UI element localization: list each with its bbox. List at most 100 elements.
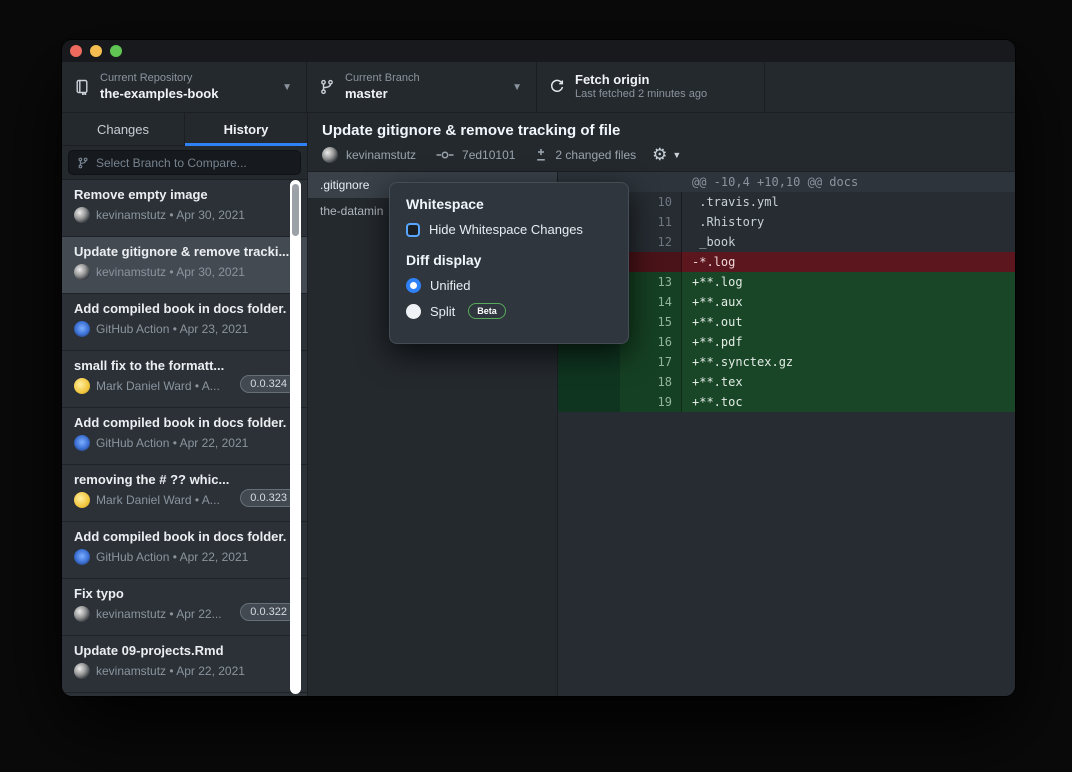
avatar — [74, 606, 90, 622]
commit-item-meta: kevinamstutz • Apr 22, 2021 — [96, 664, 245, 678]
commit-item-meta: kevinamstutz • Apr 30, 2021 — [96, 208, 245, 222]
whitespace-section-title: Whitespace — [406, 196, 612, 212]
branch-compare-input[interactable]: Select Branch to Compare... — [68, 150, 301, 175]
diff-line-text: +**.pdf — [682, 332, 1015, 352]
commit-list-item[interactable]: Remove empty image kevinamstutz • Apr 30… — [62, 180, 307, 237]
repo-name: the-examples-book — [100, 86, 218, 102]
commit-list-item[interactable]: removing the # ?? whic... Mark Daniel Wa… — [62, 465, 307, 522]
current-repository-dropdown[interactable]: Current Repository the-examples-book ▼ — [62, 62, 307, 112]
new-line-number — [620, 252, 682, 272]
new-line-number: 15 — [620, 312, 682, 332]
commit-list: Remove empty image kevinamstutz • Apr 30… — [62, 180, 307, 696]
repo-label: Current Repository — [100, 72, 218, 86]
fetch-subtitle: Last fetched 2 minutes ago — [575, 88, 707, 102]
toolbar: Current Repository the-examples-book ▼ C… — [62, 62, 1015, 113]
fetch-title: Fetch origin — [575, 72, 707, 88]
commit-item-title: Add compiled book in docs folder. — [74, 529, 295, 544]
commit-item-title: Fix typo — [74, 586, 295, 601]
current-branch-dropdown[interactable]: Current Branch master ▼ — [307, 62, 537, 112]
diff-icon — [535, 148, 547, 162]
avatar — [74, 321, 90, 337]
commit-item-meta: GitHub Action • Apr 22, 2021 — [96, 436, 248, 450]
scrollbar-thumb[interactable] — [292, 184, 299, 236]
commit-item-title: removing the # ?? whic... — [74, 472, 295, 487]
fetch-origin-button[interactable]: Fetch origin Last fetched 2 minutes ago — [537, 62, 765, 112]
commit-list-item[interactable]: Add compiled book in docs folder. GitHub… — [62, 522, 307, 579]
diff-line-text: .travis.yml — [682, 192, 1015, 212]
close-window-button[interactable] — [70, 45, 82, 57]
unified-label: Unified — [430, 278, 470, 293]
commit-list-item[interactable]: Add compiled book in docs folder. GitHub… — [62, 408, 307, 465]
commit-item-title: Add compiled book in docs folder. — [74, 415, 295, 430]
branch-label: Current Branch — [345, 72, 420, 86]
diff-line-text: +**.toc — [682, 392, 1015, 412]
branch-icon — [319, 79, 335, 95]
diff-line-text: .Rhistory — [682, 212, 1015, 232]
commit-item-title: Update 09-projects.Rmd — [74, 643, 295, 658]
hide-whitespace-option[interactable]: Hide Whitespace Changes — [406, 222, 612, 237]
avatar — [74, 378, 90, 394]
beta-badge: Beta — [468, 303, 506, 319]
version-badge: 0.0.323 — [240, 489, 297, 507]
branch-name: master — [345, 86, 420, 102]
commit-list-item[interactable]: Fix typo kevinamstutz • Apr 22... 0.0.32… — [62, 579, 307, 636]
commit-list-item[interactable]: Update 09-projects.Rmd kevinamstutz • Ap… — [62, 636, 307, 693]
history-sidebar: Changes History Select Branch to Compare… — [62, 113, 308, 696]
commit-title: Update gitignore & remove tracking of fi… — [322, 122, 1015, 139]
hide-whitespace-checkbox[interactable] — [406, 223, 420, 237]
gear-icon: ⚙ — [652, 146, 667, 163]
diff-options-popover: Whitespace Hide Whitespace Changes Diff … — [389, 182, 629, 344]
commit-list-item[interactable]: Add compiled book in docs folder. GitHub… — [62, 693, 307, 696]
commit-list-item[interactable]: Add compiled book in docs folder. GitHub… — [62, 294, 307, 351]
zoom-window-button[interactable] — [110, 45, 122, 57]
sync-icon — [549, 79, 565, 95]
diff-line: 19 +**.toc — [558, 392, 1015, 412]
diff-line-text: +**.log — [682, 272, 1015, 292]
changed-files-count: 2 changed files — [555, 148, 636, 162]
new-line-number — [620, 172, 682, 192]
unified-radio[interactable] — [406, 278, 421, 293]
sidebar-tabs: Changes History — [62, 113, 307, 146]
window-titlebar[interactable] — [62, 40, 1015, 62]
commit-item-title: Update gitignore & remove tracki... — [74, 244, 295, 259]
compare-placeholder: Select Branch to Compare... — [96, 156, 247, 170]
diff-line-text: @@ -10,4 +10,10 @@ docs — [682, 172, 1015, 192]
avatar — [74, 663, 90, 679]
tab-history[interactable]: History — [184, 113, 307, 145]
new-line-number: 18 — [620, 372, 682, 392]
commit-item-meta: GitHub Action • Apr 22, 2021 — [96, 550, 248, 564]
unified-diff-option[interactable]: Unified — [406, 278, 612, 293]
diff-display-section-title: Diff display — [406, 252, 612, 268]
diff-line: 18 +**.tex — [558, 372, 1015, 392]
commit-list-scrollbar[interactable] — [290, 180, 301, 694]
commit-list-item[interactable]: small fix to the formatt... Mark Daniel … — [62, 351, 307, 408]
new-line-number: 13 — [620, 272, 682, 292]
version-badge: 0.0.324 — [240, 375, 297, 393]
commit-item-meta: Mark Daniel Ward • A... — [96, 493, 220, 507]
repo-icon — [74, 79, 90, 95]
version-badge: 0.0.322 — [240, 603, 297, 621]
new-line-number: 19 — [620, 392, 682, 412]
commit-item-meta: GitHub Action • Apr 23, 2021 — [96, 322, 248, 336]
new-line-number: 17 — [620, 352, 682, 372]
avatar — [74, 264, 90, 280]
tab-changes[interactable]: Changes — [62, 113, 184, 145]
split-label: Split — [430, 304, 455, 319]
split-diff-option[interactable]: Split Beta — [406, 303, 612, 319]
branch-icon — [77, 157, 89, 169]
diff-options-button[interactable]: ⚙ ▼ — [652, 146, 681, 163]
commit-header: Update gitignore & remove tracking of fi… — [308, 113, 1015, 172]
avatar — [74, 492, 90, 508]
commit-item-title: Add compiled book in docs folder. — [74, 301, 295, 316]
split-radio[interactable] — [406, 304, 421, 319]
commit-item-title: small fix to the formatt... — [74, 358, 295, 373]
diff-line-text: -*.log — [682, 252, 1015, 272]
minimize-window-button[interactable] — [90, 45, 102, 57]
hide-whitespace-label: Hide Whitespace Changes — [429, 222, 583, 237]
commit-list-item[interactable]: Update gitignore & remove tracki... kevi… — [62, 237, 307, 294]
chevron-down-icon: ▼ — [282, 82, 292, 93]
chevron-down-icon: ▼ — [672, 150, 681, 160]
old-line-number — [558, 352, 620, 372]
github-desktop-window: Current Repository the-examples-book ▼ C… — [62, 40, 1015, 696]
diff-line-text: +**.out — [682, 312, 1015, 332]
